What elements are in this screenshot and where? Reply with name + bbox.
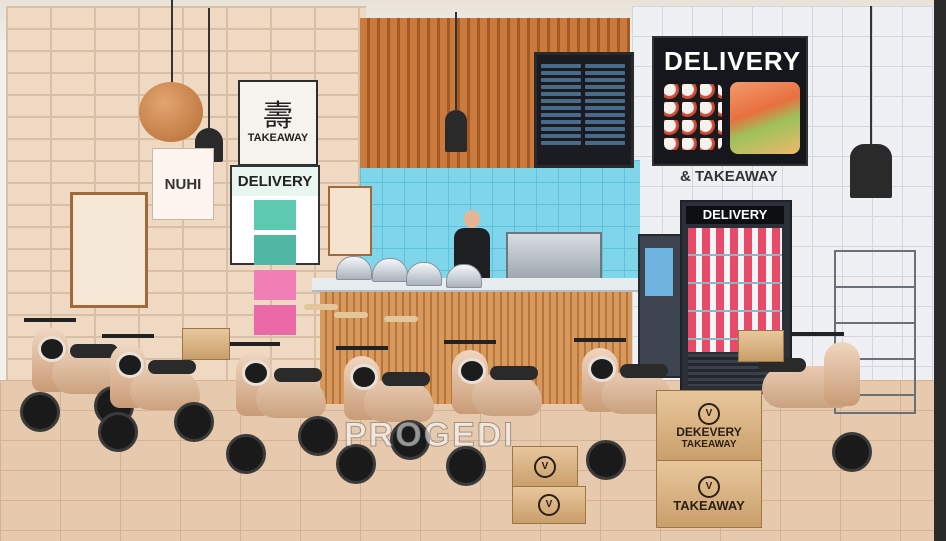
takeaway-sign-text: TAKEAWAY xyxy=(247,132,309,144)
delivery-box-labeled: V TAKEAWAY xyxy=(656,460,762,528)
food-warmer xyxy=(336,256,372,280)
poster-tile xyxy=(254,200,296,230)
watermark: PROGEDI xyxy=(344,416,515,455)
lamp-cord xyxy=(455,12,457,112)
delivery-box: V xyxy=(512,486,586,524)
box-label: DEKEVERY xyxy=(676,424,742,439)
delivery-scooter xyxy=(222,324,342,474)
bar-stool xyxy=(304,304,338,310)
wall-shelf xyxy=(70,192,148,308)
food-warmer xyxy=(446,264,482,288)
sushi-platter-image xyxy=(730,82,800,154)
oven xyxy=(506,232,602,284)
delivery-box: V xyxy=(512,446,578,488)
box-side-label: TAKEAWAY xyxy=(681,438,737,450)
chef-head xyxy=(464,210,480,228)
pendant-lamp xyxy=(850,144,892,198)
delivery-box-labeled: V DEKEVERY TAKEAWAY xyxy=(656,390,762,462)
delivery-poster: DELIVERY xyxy=(230,165,320,335)
bar-stool xyxy=(384,316,418,322)
menu-column xyxy=(585,61,625,148)
pendant-lamp-wicker xyxy=(139,82,203,142)
delivery-sign-title: DELIVERY xyxy=(664,46,802,76)
poster-tile xyxy=(254,270,296,300)
delivery-poster-title: DELIVERY xyxy=(232,167,318,196)
lamp-cord xyxy=(870,6,872,146)
kanji-logo: 壽 xyxy=(263,100,293,133)
takeaway-sign: 壽 TAKEAWAY xyxy=(238,80,318,166)
box-label: TAKEAWAY xyxy=(673,497,745,513)
food-warmer xyxy=(406,262,442,286)
delivery-box xyxy=(738,330,784,362)
fridge-header: DELIVERY xyxy=(686,206,784,224)
delivery-box xyxy=(182,328,230,360)
lamp-cord xyxy=(171,0,173,84)
nuhi-sign: NUHI xyxy=(152,148,214,220)
box-logo-icon: V xyxy=(534,456,556,478)
frame-edge xyxy=(934,0,946,541)
digital-menu-board xyxy=(534,52,634,168)
lamp-cord xyxy=(208,8,210,128)
menu-column xyxy=(541,61,581,148)
box-logo-icon: V xyxy=(538,494,560,516)
wall-shelf xyxy=(328,186,372,256)
bar-stool xyxy=(334,312,368,318)
delivery-lightbox-sign: DELIVERY xyxy=(652,36,808,166)
shop-scene: 壽 TAKEAWAY NUHI DELIVERY DELIVERY & TAKE… xyxy=(0,0,946,541)
kiosk-screen xyxy=(645,248,673,296)
box-logo-icon: V xyxy=(698,402,720,425)
pendant-lamp xyxy=(445,110,467,152)
box-logo-icon: V xyxy=(698,475,720,498)
food-warmer xyxy=(372,258,408,282)
takeaway-wall-text: & TAKEAWAY xyxy=(680,168,778,185)
poster-tile xyxy=(254,235,296,265)
sushi-rolls-image xyxy=(664,84,722,150)
